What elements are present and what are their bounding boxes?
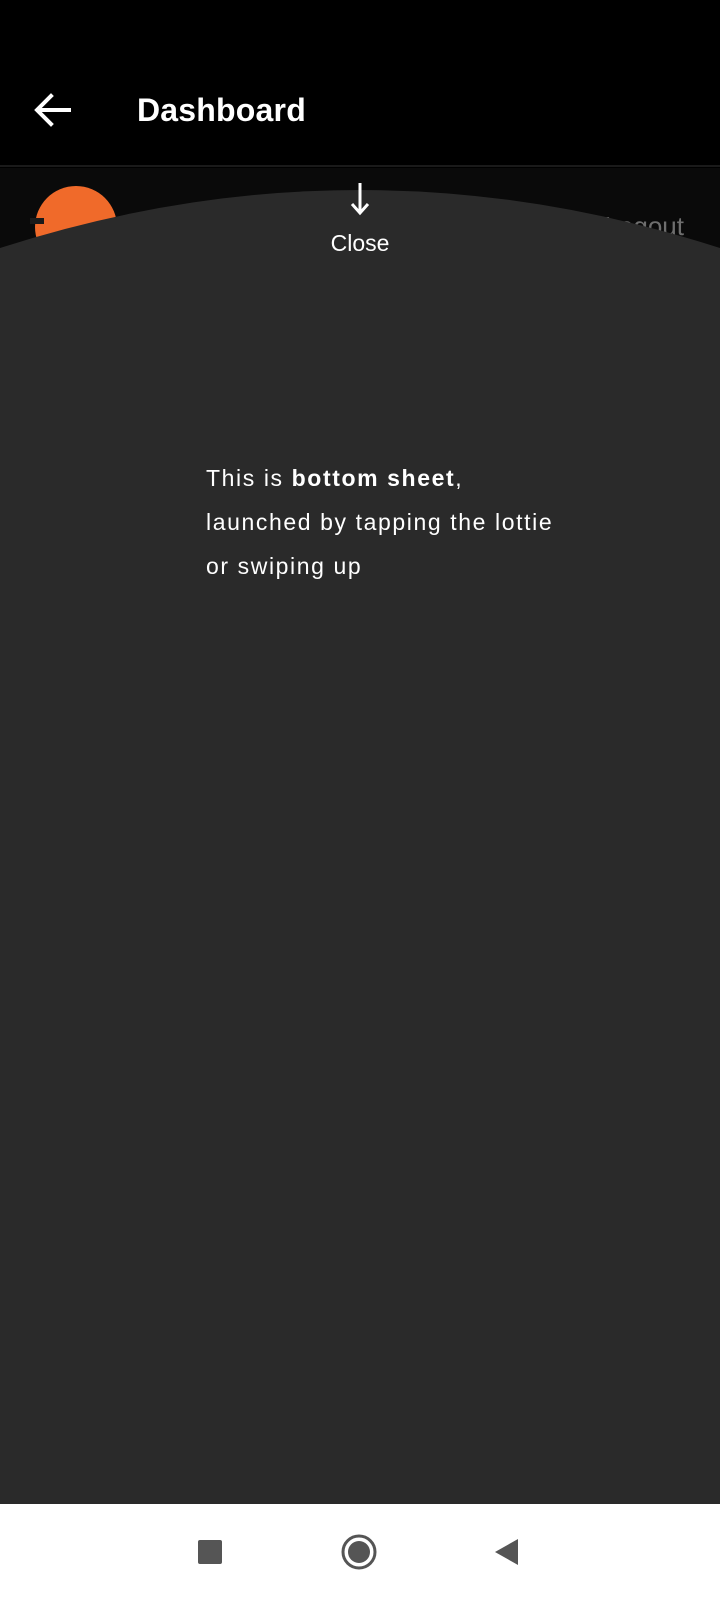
- circle-icon: [341, 1534, 377, 1570]
- message-prefix: This is: [206, 465, 292, 491]
- screen: Dashboard Logout Close This is bottom sh…: [0, 0, 720, 1600]
- nav-back-button[interactable]: [482, 1528, 530, 1576]
- back-button[interactable]: [28, 86, 76, 134]
- page-title: Dashboard: [137, 92, 306, 128]
- close-button[interactable]: Close: [310, 180, 410, 260]
- message-bold: bottom sheet: [291, 465, 456, 491]
- recents-button[interactable]: [186, 1528, 234, 1576]
- triangle-back-icon: [495, 1539, 518, 1565]
- home-button[interactable]: [335, 1528, 383, 1576]
- bottom-sheet-message: This is bottom sheet, launched by tappin…: [206, 456, 566, 588]
- app-bar: Dashboard: [0, 0, 720, 167]
- bottom-sheet: [0, 190, 720, 1504]
- arrow-down-icon: [350, 183, 370, 216]
- close-label: Close: [330, 230, 390, 256]
- system-nav-bar: [0, 1504, 720, 1600]
- arrow-back-icon: [34, 93, 71, 127]
- app-bar-divider: [0, 165, 720, 167]
- square-icon: [198, 1540, 222, 1564]
